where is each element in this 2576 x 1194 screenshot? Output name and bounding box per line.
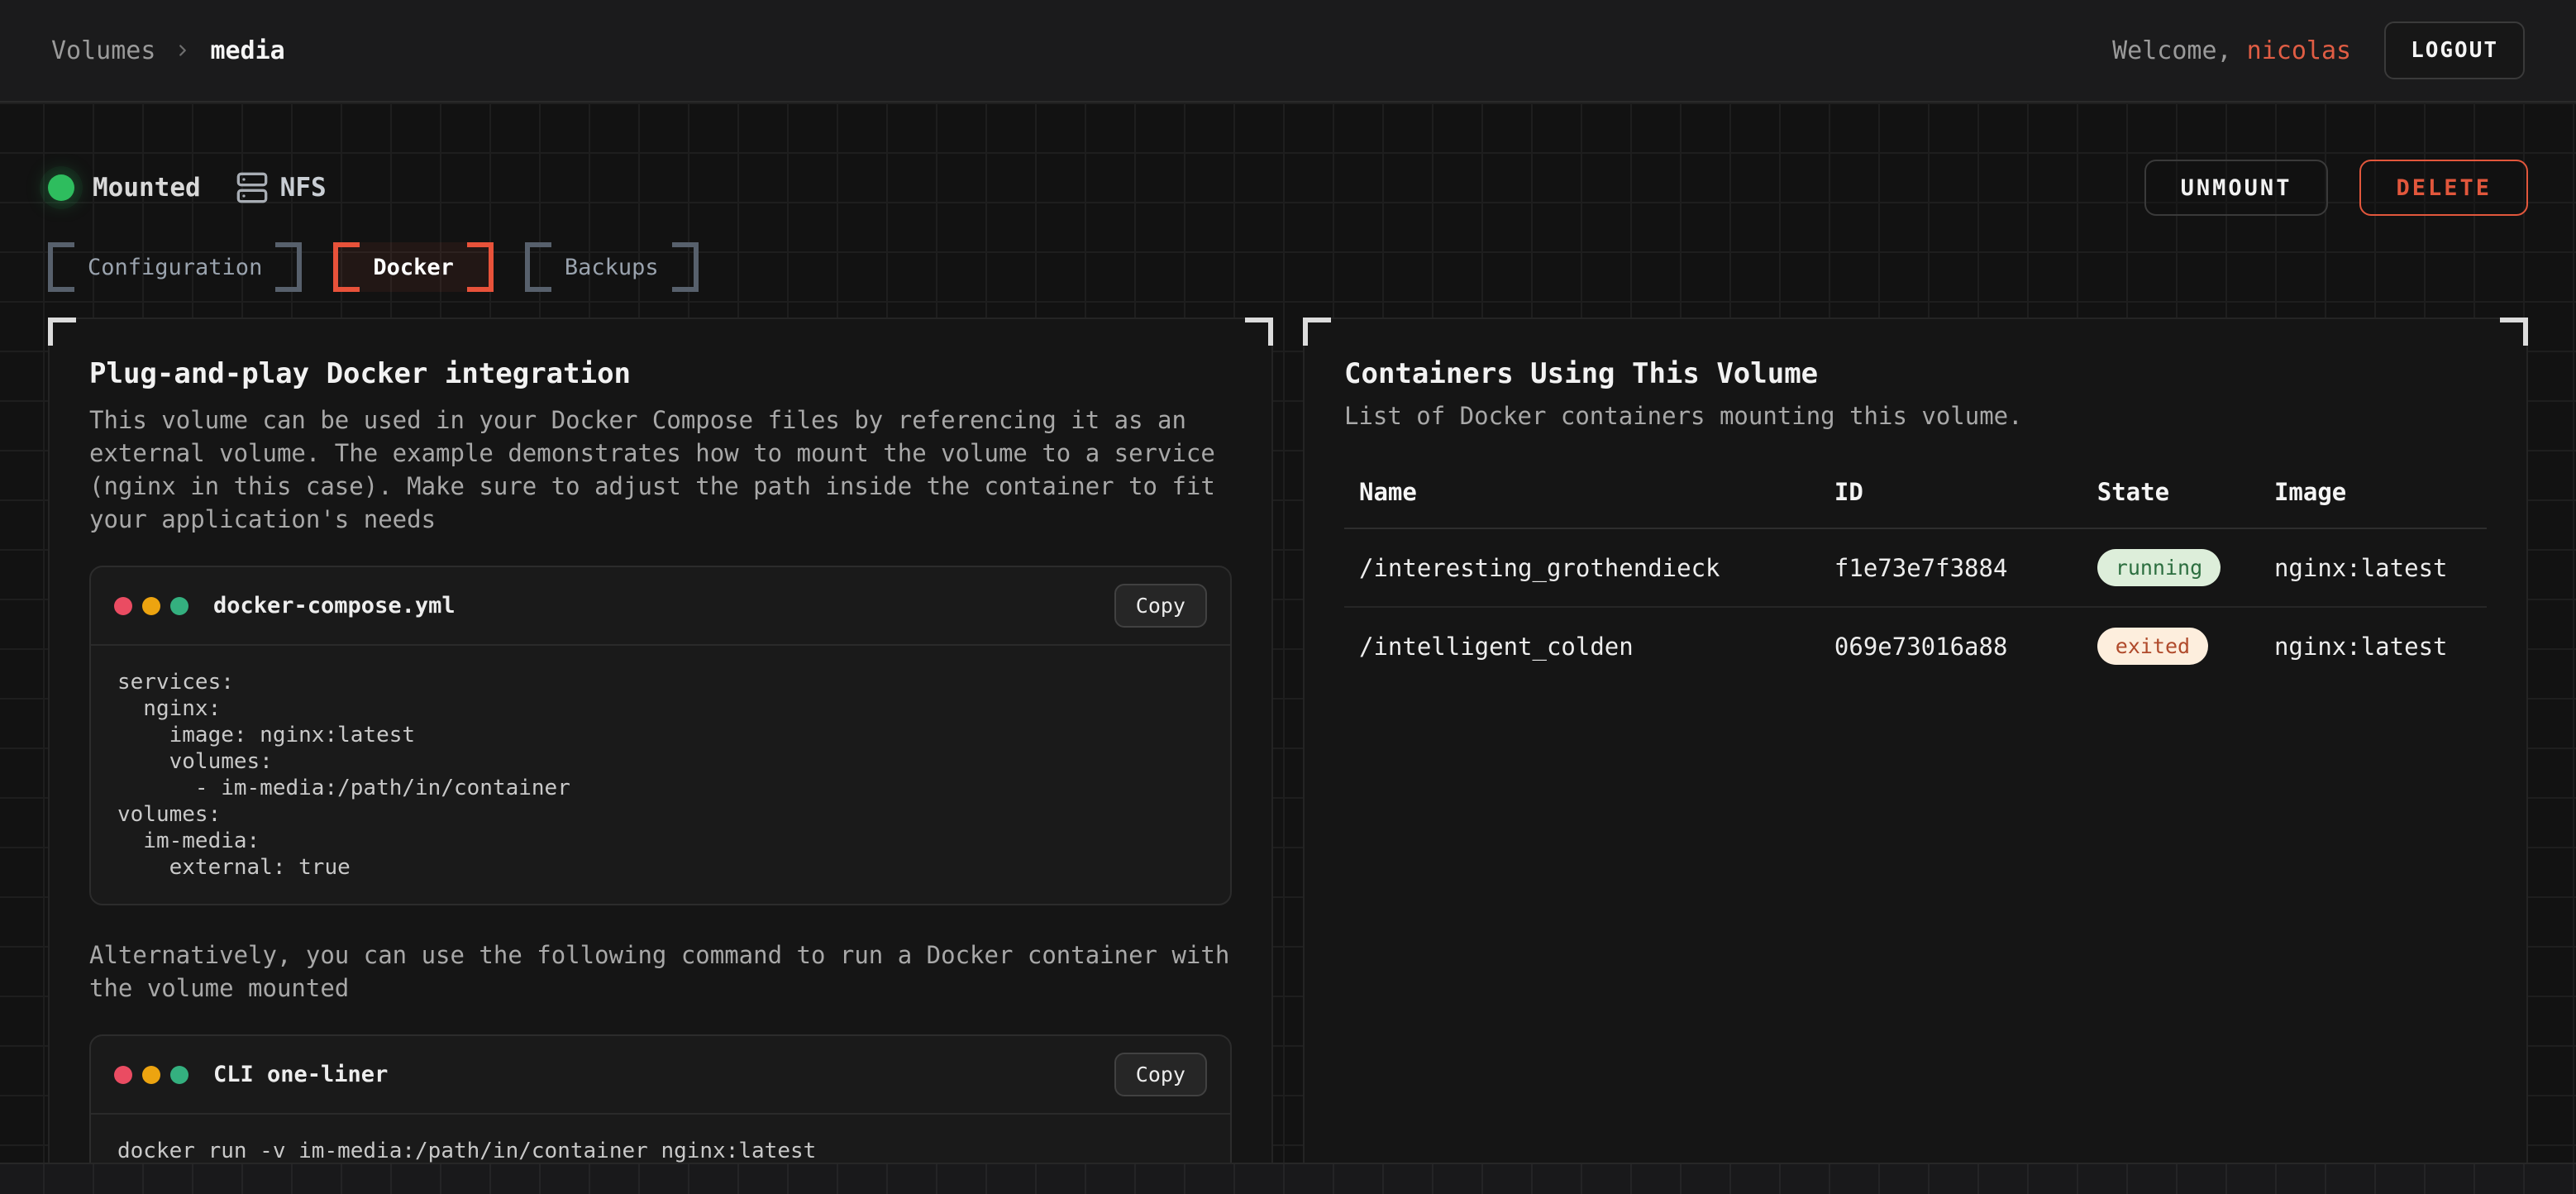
containers-table-body: /interesting_grothendieckf1e73e7f3884 run…: [1344, 528, 2487, 685]
traffic-lights: [114, 597, 188, 615]
compose-copy-button[interactable]: Copy: [1114, 584, 1207, 628]
compose-filename: docker-compose.yml: [213, 593, 456, 618]
panel-corner-icon: [1245, 318, 1273, 346]
tab-backups[interactable]: Backups: [525, 242, 699, 292]
cli-filename: CLI one-liner: [213, 1062, 388, 1087]
cli-intro-text: Alternatively, you can use the following…: [89, 938, 1232, 1005]
compose-code: services: nginx: image: nginx:latest vol…: [117, 669, 1204, 881]
logout-button[interactable]: LOGOUT: [2384, 21, 2525, 79]
driver-badge: NFS: [236, 171, 327, 204]
state-badge: exited: [2097, 628, 2208, 665]
traffic-light-amber-icon: [142, 1066, 160, 1084]
containers-panel-subtitle: List of Docker containers mounting this …: [1344, 402, 2487, 430]
container-name-cell: /interesting_grothendieck: [1344, 528, 1820, 607]
cli-code: docker run -v im-media:/path/in/containe…: [117, 1138, 1204, 1164]
column-header-name: Name: [1344, 478, 1820, 528]
delete-button[interactable]: DELETE: [2359, 160, 2528, 216]
docker-panel-description: This volume can be used in your Docker C…: [89, 404, 1232, 536]
volume-status-row: Mounted NFS UNMOUNT DELETE: [48, 103, 2528, 216]
container-id-cell: f1e73e7f3884: [1820, 528, 2082, 607]
containers-panel-title: Containers Using This Volume: [1344, 357, 2487, 390]
traffic-light-red-icon: [114, 597, 132, 615]
compose-code-block: docker-compose.yml Copy services: nginx:…: [89, 566, 1232, 905]
driver-label: NFS: [280, 173, 327, 203]
tab-configuration[interactable]: Configuration: [48, 242, 302, 292]
tabs: Configuration Docker Backups: [48, 242, 2528, 292]
mounted-status: Mounted: [48, 173, 201, 203]
page-bottom-strip: [0, 1163, 2576, 1194]
containers-table: Name ID State Image /interesting_grothen…: [1344, 478, 2487, 685]
traffic-light-amber-icon: [142, 597, 160, 615]
container-row: /interesting_grothendieckf1e73e7f3884 run…: [1344, 528, 2487, 607]
column-header-image: Image: [2259, 478, 2487, 528]
panel-corner-icon: [48, 318, 76, 346]
top-bar: Volumes media Welcome, nicolas LOGOUT: [0, 0, 2576, 103]
cli-copy-button[interactable]: Copy: [1114, 1053, 1207, 1096]
mounted-status-dot-icon: [48, 174, 74, 201]
mounted-status-label: Mounted: [93, 173, 201, 203]
traffic-lights: [114, 1066, 188, 1084]
panel-corner-icon: [1303, 318, 1331, 346]
panel-corner-icon: [2500, 318, 2528, 346]
column-header-state: State: [2082, 478, 2259, 528]
docker-panel-title: Plug-and-play Docker integration: [89, 357, 1232, 390]
traffic-light-green-icon: [170, 1066, 188, 1084]
server-icon: [236, 171, 269, 204]
welcome-text: Welcome, nicolas: [2112, 36, 2351, 65]
docker-integration-panel: Plug-and-play Docker integration This vo…: [48, 318, 1273, 1194]
breadcrumb: Volumes media: [51, 36, 285, 65]
containers-panel: Containers Using This Volume List of Doc…: [1303, 318, 2528, 1194]
state-badge: running: [2097, 549, 2221, 586]
container-id-cell: 069e73016a88: [1820, 607, 2082, 685]
container-state-cell: exited: [2082, 607, 2259, 685]
traffic-light-red-icon: [114, 1066, 132, 1084]
username: nicolas: [2247, 36, 2351, 65]
main-content: Mounted NFS UNMOUNT DELETE Configuration…: [0, 103, 2576, 1194]
column-header-id: ID: [1820, 478, 2082, 528]
breadcrumb-current-volume: media: [210, 36, 284, 65]
container-row: /intelligent_colden069e73016a88 exited ngi…: [1344, 607, 2487, 685]
container-state-cell: running: [2082, 528, 2259, 607]
container-name-cell: /intelligent_colden: [1344, 607, 1820, 685]
tab-docker[interactable]: Docker: [333, 242, 494, 292]
traffic-light-green-icon: [170, 597, 188, 615]
container-image-cell: nginx:latest: [2259, 607, 2487, 685]
container-image-cell: nginx:latest: [2259, 528, 2487, 607]
unmount-button[interactable]: UNMOUNT: [2144, 160, 2329, 216]
breadcrumb-volumes-link[interactable]: Volumes: [51, 36, 155, 65]
chevron-right-icon: [174, 41, 192, 60]
